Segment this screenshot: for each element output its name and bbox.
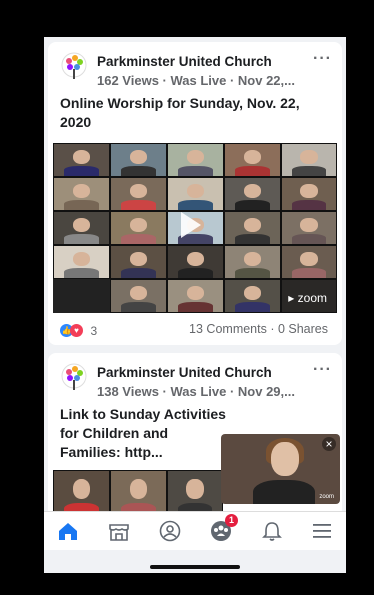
bottom-tab-bar: 1 <box>44 511 346 550</box>
video-thumbnail[interactable]: ▸ zoom <box>53 143 337 313</box>
participant-tile <box>53 245 110 279</box>
more-options-icon[interactable]: ··· <box>313 50 332 68</box>
reaction-count: 3 <box>90 323 98 338</box>
participant-tile <box>167 470 223 517</box>
play-icon[interactable] <box>181 212 201 238</box>
participant-tile <box>281 211 337 245</box>
phone-screen: Parkminster United Church 162 Views · Wa… <box>44 37 346 573</box>
participant-tile <box>110 245 167 279</box>
zoom-brand-label: zoom <box>319 494 334 500</box>
close-icon[interactable]: × <box>322 437 336 451</box>
speaker-face <box>271 442 299 476</box>
home-indicator[interactable] <box>150 565 240 569</box>
volume-icon[interactable]: ▸ <box>288 291 294 305</box>
post-title[interactable]: Link to Sunday Activities for Children a… <box>48 405 242 462</box>
participant-tile <box>110 279 167 313</box>
participant-tile <box>167 245 224 279</box>
post-header: Parkminster United Church 162 Views · Wa… <box>48 42 342 94</box>
participant-tile <box>167 279 224 313</box>
comments-shares-count[interactable]: 13 Comments · 0 Shares <box>189 322 328 336</box>
participant-tile <box>224 177 281 211</box>
post-title: Online Worship for Sunday, Nov. 22, 2020 <box>60 95 300 130</box>
participant-tile <box>224 211 281 245</box>
participant-tile <box>110 143 167 177</box>
love-icon: ♥ <box>70 324 83 338</box>
participant-tile <box>224 245 281 279</box>
groups-tab[interactable]: 1 <box>209 514 238 542</box>
participant-tile <box>281 245 337 279</box>
page-name[interactable]: Parkminster United Church <box>97 365 272 380</box>
participant-tile <box>281 177 337 211</box>
profile-icon[interactable] <box>158 520 182 542</box>
video-thumbnail[interactable] <box>53 470 223 517</box>
church-logo-icon[interactable] <box>60 363 88 393</box>
participant-tile <box>167 143 224 177</box>
marketplace-icon[interactable] <box>107 520 131 542</box>
post-meta: 138 Views · Was Live · Nov 29,... <box>97 384 295 399</box>
picture-in-picture-video[interactable]: × zoom <box>221 434 340 504</box>
participant-tile <box>224 279 281 313</box>
participant-tile <box>53 143 110 177</box>
menu-icon[interactable] <box>310 520 334 542</box>
participant-tile <box>281 143 337 177</box>
participant-tile <box>224 143 281 177</box>
post-card: Parkminster United Church 162 Views · Wa… <box>48 42 342 345</box>
participant-tile <box>53 211 110 245</box>
participant-tile <box>110 470 167 517</box>
participant-tile <box>53 470 110 517</box>
church-logo-icon[interactable] <box>60 52 88 82</box>
post-meta: 162 Views · Was Live · Nov 22,... <box>97 73 295 88</box>
more-options-icon[interactable]: ··· <box>313 361 332 379</box>
post-header: Parkminster United Church 138 Views · Wa… <box>48 353 342 405</box>
home-icon[interactable] <box>56 520 80 542</box>
participant-tile <box>110 177 167 211</box>
participant-tile <box>53 177 110 211</box>
page-name[interactable]: Parkminster United Church <box>97 54 272 69</box>
reactions[interactable]: 👍 ♥ 3 <box>60 322 97 340</box>
participant-tile <box>167 177 224 211</box>
participant-tile <box>110 211 167 245</box>
notification-badge: 1 <box>225 514 238 527</box>
zoom-watermark: ▸ zoom <box>288 291 327 305</box>
bell-icon[interactable] <box>260 520 284 542</box>
